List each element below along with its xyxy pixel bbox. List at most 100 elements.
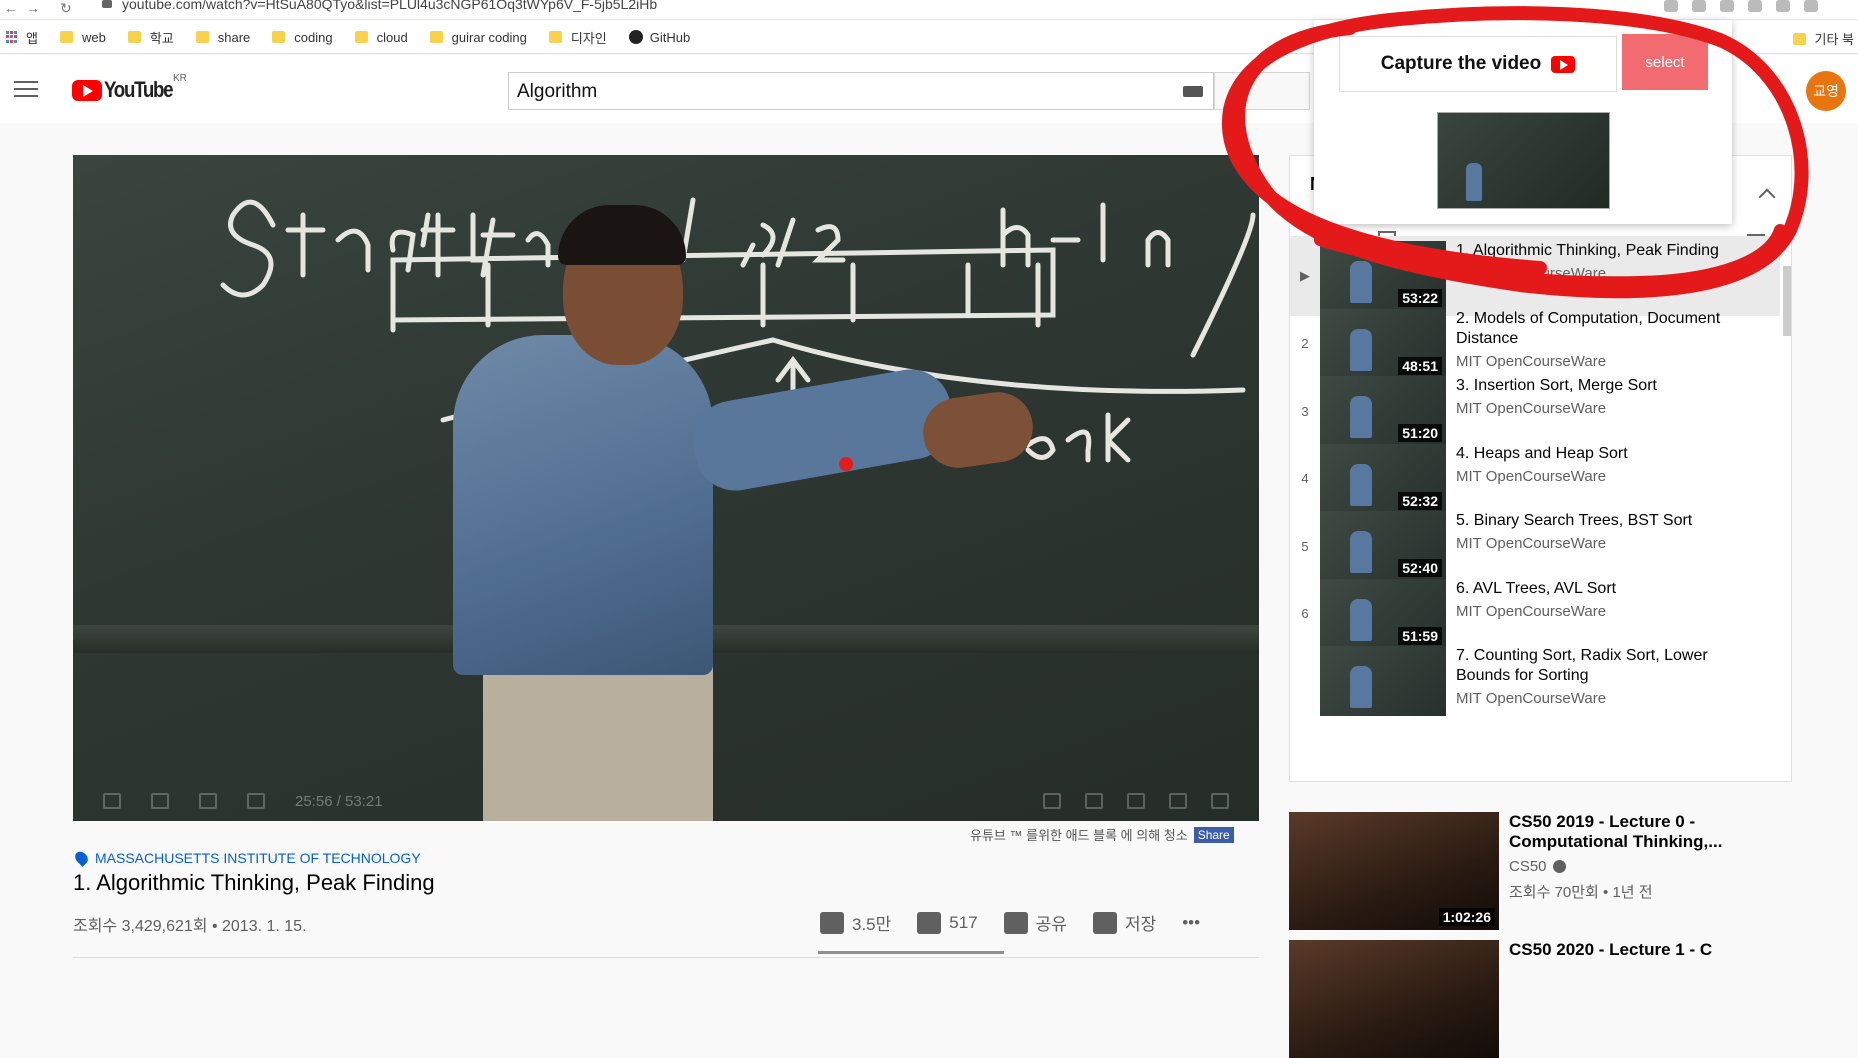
bookmark-item[interactable]: 디자인 [548, 28, 607, 47]
time-display: 25:56 / 53:21 [295, 792, 383, 810]
captured-frame-thumbnail[interactable] [1437, 112, 1610, 209]
thumbs-down-icon [917, 911, 942, 934]
subtitles-icon[interactable] [1043, 793, 1061, 809]
dislike-button[interactable]: 517 [917, 911, 978, 934]
view-count: 조회수 3,429,621회 • 2013. 1. 15. [73, 918, 307, 935]
zoom-icon[interactable] [1664, 0, 1678, 12]
bookmark-item[interactable]: share [195, 30, 250, 45]
recommended-video[interactable]: 1:02:26 CS50 2019 - Lecture 0 - Computati… [1289, 812, 1789, 930]
like-button[interactable]: 3.5만 [820, 910, 891, 935]
caption-text: 유튜브 ™ 를위한 애드 블록 에 의해 청소 [970, 828, 1188, 843]
logo-region: KR [173, 73, 187, 84]
video-thumbnail[interactable] [1289, 940, 1499, 1058]
bookmark-item[interactable]: web [59, 29, 106, 45]
video-thumbnail[interactable]: 51:59 [1320, 578, 1446, 649]
verified-icon [1552, 860, 1566, 873]
sentiment-bar [818, 951, 1004, 954]
bookmark-item[interactable]: guirar coding [429, 29, 527, 45]
keyboard-icon[interactable] [1183, 86, 1203, 97]
playlist-item-title[interactable]: 6. AVL Trees, AVL Sort [1456, 579, 1756, 599]
search-input[interactable]: Algorithm [508, 72, 1214, 110]
folder-icon [1792, 32, 1806, 45]
bookmark-label: 학교 [149, 30, 174, 46]
location-link[interactable]: MASSACHUSETTS INSTITUTE OF TECHNOLOGY [72, 849, 421, 867]
theater-icon[interactable] [1169, 793, 1187, 809]
next-icon[interactable] [199, 793, 217, 809]
video-thumbnail[interactable] [1320, 646, 1446, 716]
hamburger-menu-icon[interactable] [14, 81, 38, 99]
playlist-item-title[interactable]: 3. Insertion Sort, Merge Sort [1456, 376, 1756, 396]
video-player[interactable]: 25:56 / 53:21 [73, 155, 1259, 821]
more-icon: ••• [1182, 912, 1201, 932]
playlist-scrollbar[interactable] [1783, 266, 1791, 336]
playlist-panel: N ▶53:221. Algorithmic Thinking, Peak Fi… [1289, 155, 1792, 782]
playlist-item-title[interactable]: 7. Counting Sort, Radix Sort, Lower Boun… [1456, 646, 1756, 686]
dislike-count: 517 [949, 912, 978, 932]
playlist-item-channel: MIT OpenCourseWare [1456, 690, 1607, 707]
share-arrow-icon [1003, 911, 1028, 934]
media-icon[interactable] [1804, 0, 1818, 12]
video-thumbnail[interactable]: 52:40 [1320, 511, 1446, 581]
search-button[interactable] [1214, 72, 1310, 110]
extension-icon[interactable] [1748, 0, 1762, 12]
apps-grid-icon [6, 31, 18, 43]
playlist-item-title[interactable]: 4. Heaps and Heap Sort [1456, 444, 1756, 464]
pause-icon[interactable] [151, 793, 169, 809]
miniplayer-icon[interactable] [1127, 793, 1145, 809]
duration-badge: 1:02:26 [1438, 908, 1495, 926]
bookmark-label: 디자인 [570, 30, 607, 46]
playlist-item[interactable]: 7. Counting Sort, Radix Sort, Lower Boun… [1290, 641, 1780, 721]
recommended-title[interactable]: CS50 2019 - Lecture 0 - Computational Th… [1509, 812, 1789, 852]
bookmark-label: web [81, 29, 106, 45]
star-icon[interactable] [1692, 0, 1706, 12]
youtube-icon [1551, 55, 1576, 73]
playlist-item-channel: MIT OpenCourseWare [1456, 400, 1607, 417]
bookmark-item[interactable]: 앱 [6, 28, 38, 47]
capture-label: Capture the video [1380, 53, 1542, 74]
capture-video-button[interactable]: Capture the video [1339, 36, 1617, 92]
puzzle-icon[interactable] [1776, 0, 1790, 12]
bookmark-label: guirar coding [451, 29, 527, 45]
folder-icon [195, 31, 209, 43]
save-button[interactable]: 저장 [1092, 910, 1156, 935]
playlist-item-title[interactable]: 5. Binary Search Trees, BST Sort [1456, 511, 1756, 531]
previous-icon[interactable] [103, 793, 121, 809]
address-bar[interactable]: youtube.com/watch?v=HtSuA80QTyo&list=PLU… [122, 0, 657, 12]
video-thumbnail[interactable]: 48:51 [1320, 308, 1446, 379]
bookmark-item[interactable]: 학교 [127, 28, 174, 47]
video-thumbnail[interactable]: 53:22 [1320, 241, 1446, 311]
volume-icon[interactable] [247, 793, 265, 809]
select-button[interactable]: select [1622, 34, 1708, 90]
share-button[interactable]: 공유 [1003, 910, 1067, 935]
playlist-item-title[interactable]: 1. Algorithmic Thinking, Peak Finding [1456, 241, 1756, 261]
capture-extension-popup: Capture the video select [1314, 20, 1732, 224]
fullscreen-icon[interactable] [1211, 793, 1229, 809]
bookmark-item[interactable]: GitHub [628, 30, 690, 45]
bookmark-item[interactable]: coding [272, 30, 333, 45]
avatar[interactable]: 교영 [1806, 71, 1846, 111]
recommended-meta: 조회수 70만회 • 1년 전 [1509, 884, 1653, 901]
video-thumbnail[interactable]: 52:32 [1320, 443, 1446, 514]
playlist-item-title[interactable]: 2. Models of Computation, Document Dista… [1456, 309, 1756, 349]
share-link[interactable]: Share [1193, 826, 1234, 843]
recommended-channel[interactable]: CS50 [1509, 858, 1789, 875]
video-thumbnail[interactable]: 1:02:26 [1289, 812, 1499, 930]
settings-icon[interactable] [1085, 793, 1103, 809]
reload-icon[interactable]: ↻ [60, 0, 72, 17]
more-button[interactable]: ••• [1182, 913, 1200, 933]
bookmark-item[interactable]: cloud [354, 30, 408, 45]
lock-icon [102, 0, 112, 8]
video-thumbnail[interactable]: 51:20 [1320, 376, 1446, 446]
presenter [453, 335, 713, 675]
recommended-video[interactable]: CS50 2020 - Lecture 1 - C [1289, 940, 1789, 1058]
location-text: MASSACHUSETTS INSTITUTE OF TECHNOLOGY [95, 850, 421, 866]
youtube-logo[interactable]: YouTube KR [72, 73, 187, 103]
back-icon[interactable]: ← [4, 0, 18, 16]
extension-icons [1664, 0, 1818, 12]
playlist-item-channel: MIT OpenCourseWare [1456, 467, 1607, 485]
chevron-up-icon[interactable] [1758, 188, 1776, 206]
other-bookmarks[interactable]: 기타 북 [1792, 29, 1854, 48]
forward-icon[interactable]: → [26, 0, 40, 16]
recommended-title[interactable]: CS50 2020 - Lecture 1 - C [1509, 940, 1789, 960]
extension-icon[interactable] [1720, 0, 1734, 12]
